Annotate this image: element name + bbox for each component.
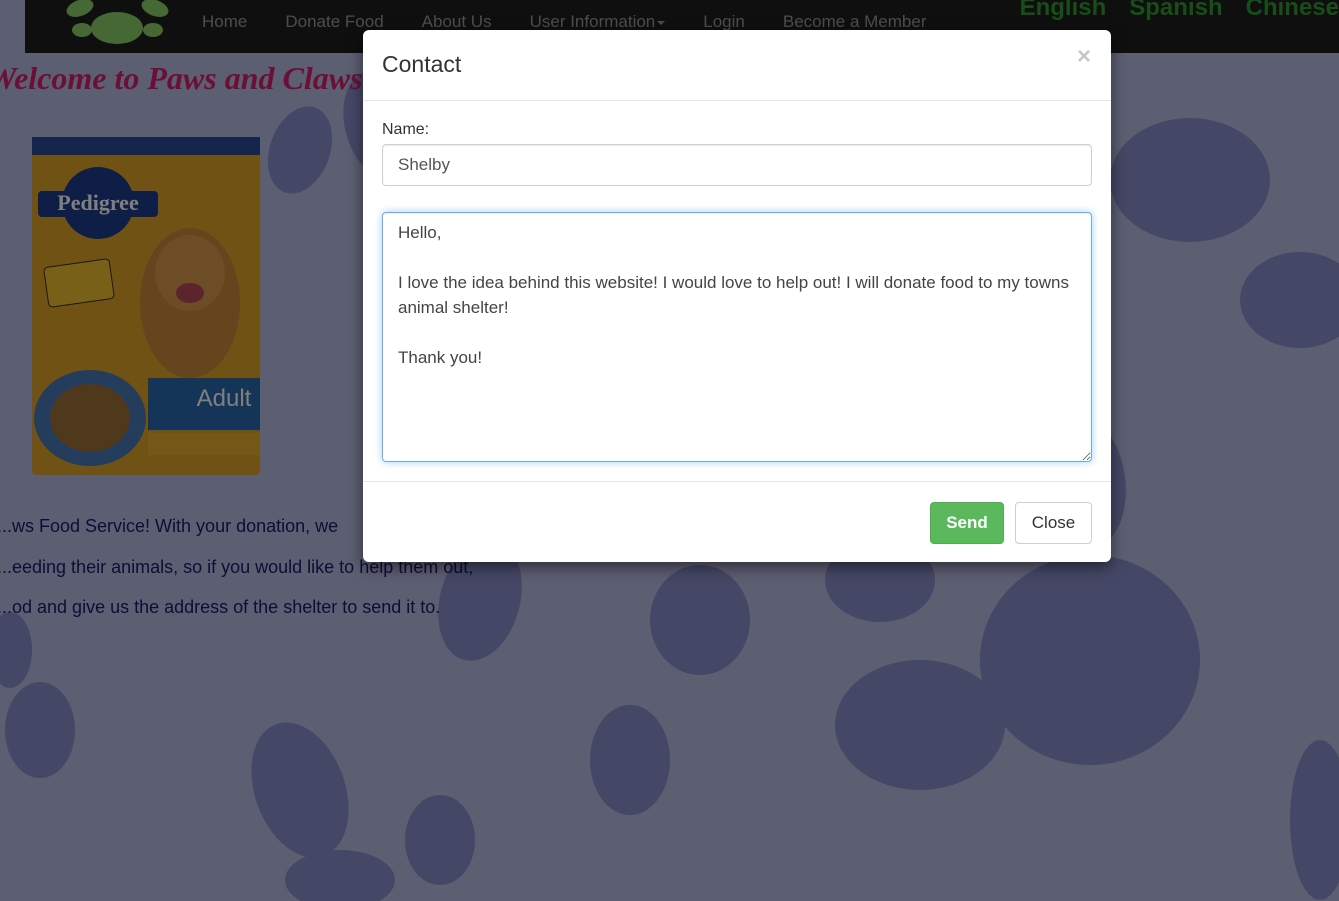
modal-title: Contact [382,51,462,77]
send-button[interactable]: Send [930,502,1004,544]
modal-footer: Send Close [363,481,1111,563]
name-input[interactable] [382,144,1092,186]
message-textarea[interactable]: Hello, I love the idea behind this websi… [382,212,1092,462]
name-label: Name: [382,121,430,138]
close-button[interactable]: Close [1015,502,1092,544]
modal-header: Contact × [363,30,1111,101]
close-icon[interactable]: × [1077,45,1091,69]
contact-modal: Contact × Name: Hello, I love the idea b… [363,30,1111,562]
